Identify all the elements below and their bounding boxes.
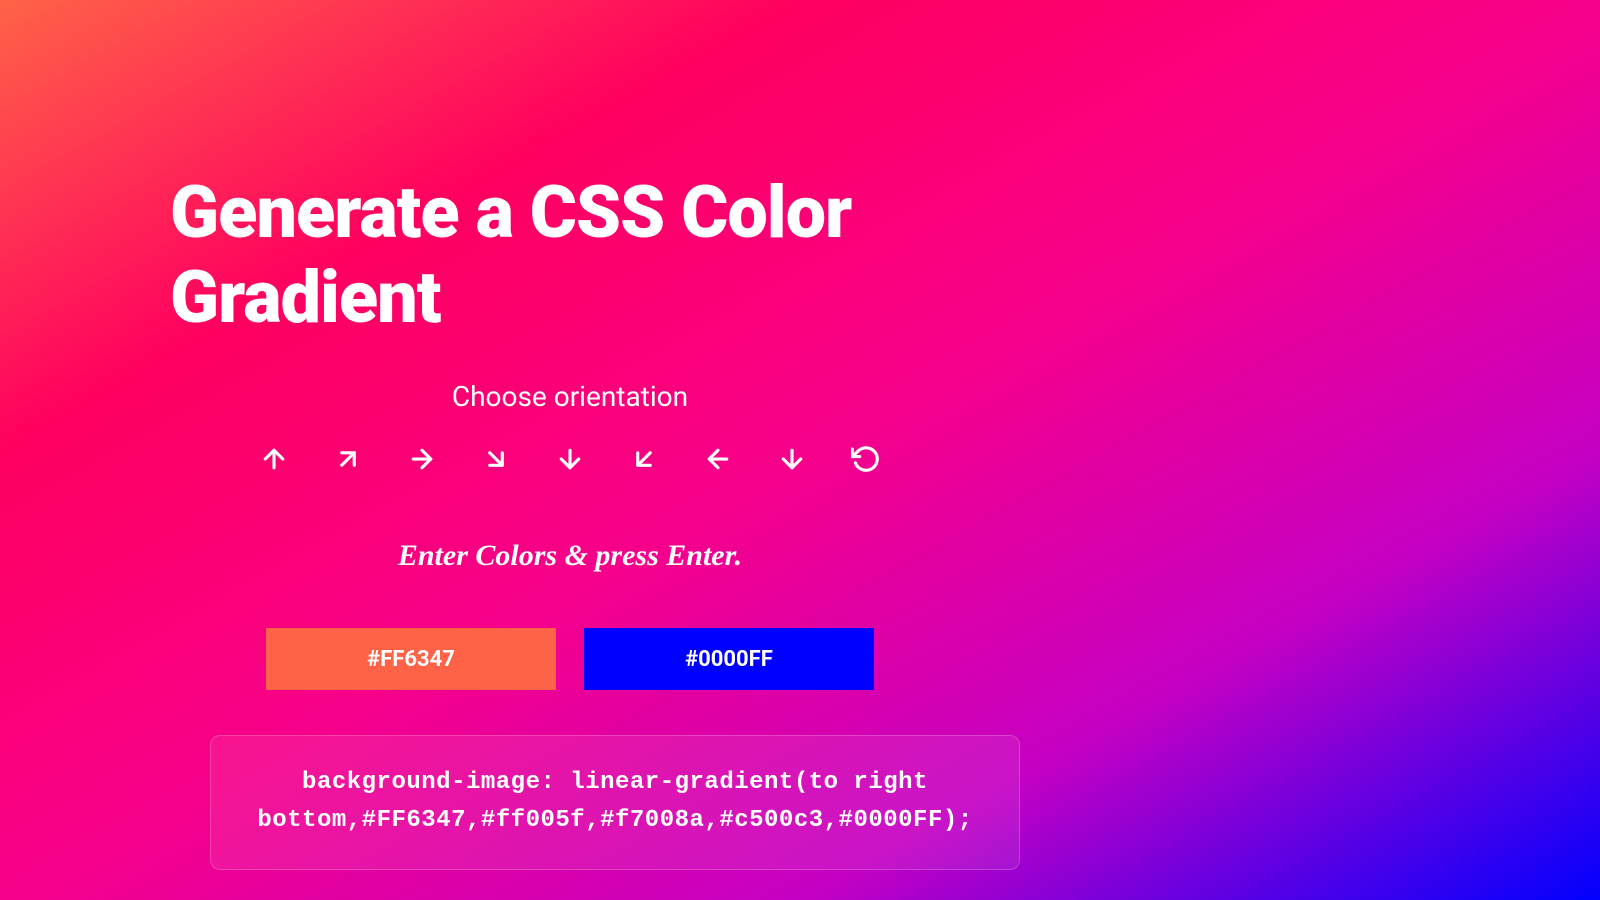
arrow-up-icon xyxy=(259,444,289,478)
orientation-right-button[interactable] xyxy=(404,443,440,479)
orientation-label: Choose orientation xyxy=(170,380,970,413)
arrow-down-right-icon xyxy=(481,444,511,478)
color-instruction: Enter Colors & press Enter. xyxy=(170,539,970,573)
orientation-radial-button[interactable] xyxy=(848,443,884,479)
orientation-down-left-button[interactable] xyxy=(626,443,662,479)
color-input-1[interactable] xyxy=(266,628,556,690)
orientation-down-button-2[interactable] xyxy=(774,443,810,479)
arrow-down-icon xyxy=(777,444,807,478)
arrow-down-icon xyxy=(555,444,585,478)
rotate-icon xyxy=(851,444,881,478)
arrow-down-left-icon xyxy=(629,444,659,478)
arrow-up-right-icon xyxy=(333,444,363,478)
arrow-left-icon xyxy=(703,444,733,478)
orientation-selector xyxy=(170,443,970,479)
orientation-down-button[interactable] xyxy=(552,443,588,479)
orientation-up-right-button[interactable] xyxy=(330,443,366,479)
orientation-down-right-button[interactable] xyxy=(478,443,514,479)
color-inputs-row xyxy=(170,628,970,690)
orientation-up-button[interactable] xyxy=(256,443,292,479)
arrow-right-icon xyxy=(407,444,437,478)
page-title: Generate a CSS Color Gradient xyxy=(170,170,1050,340)
color-input-2[interactable] xyxy=(584,628,874,690)
css-output[interactable]: background-image: linear-gradient(to rig… xyxy=(210,735,1020,870)
orientation-left-button[interactable] xyxy=(700,443,736,479)
